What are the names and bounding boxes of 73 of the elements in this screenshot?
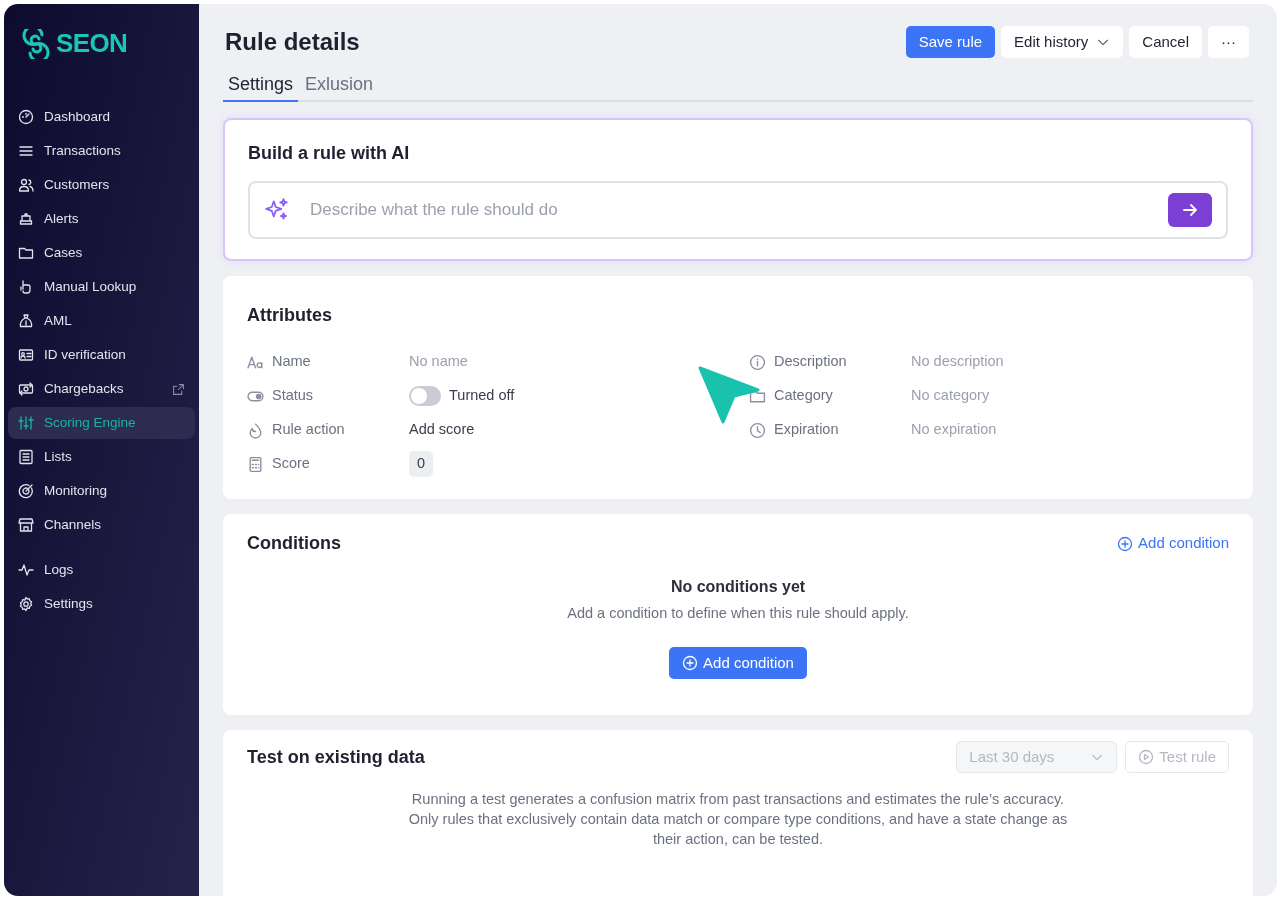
prompt-input[interactable]: Describe what the rule should do xyxy=(310,197,1168,223)
id-card-icon xyxy=(18,347,34,363)
sliders-icon xyxy=(18,415,34,431)
sidebar-item[interactable]: Cases xyxy=(8,237,195,269)
attribute-value: No description xyxy=(911,352,1004,372)
calculator-icon xyxy=(247,455,264,473)
sidebar-item[interactable]: Scoring Engine xyxy=(8,407,195,439)
money-bag-icon xyxy=(18,313,34,329)
page-title: Rule details xyxy=(224,27,360,57)
sparkle-icon xyxy=(264,197,290,223)
attribute-label: Status xyxy=(272,386,315,406)
sidebar-item[interactable]: Lists xyxy=(8,441,195,473)
sidebar-item[interactable]: AML xyxy=(8,305,195,337)
sidebar-item[interactable]: Manual Lookup xyxy=(8,271,195,303)
attribute-value: Add score xyxy=(409,420,475,440)
attribute-value: No expiration xyxy=(911,420,997,440)
edit-history-button[interactable]: Edit history xyxy=(1001,26,1124,58)
list-icon xyxy=(18,449,34,465)
empty-state-text: Add a condition to define when this rule should apply. xyxy=(567,604,909,623)
card-title: Build a rule with AI xyxy=(248,142,411,165)
cash-exchange-icon xyxy=(18,381,34,397)
play-icon xyxy=(1138,749,1155,765)
sidebar-item[interactable]: Chargebacks xyxy=(8,373,195,405)
toggle-switch[interactable] xyxy=(409,386,441,406)
logo-icon xyxy=(22,28,50,59)
add-condition-button[interactable]: Add condition xyxy=(669,646,807,679)
test-description: Running a test generates a confusion matrix from past transactions and estimates the rule’s accuracy. Only rules that exclusively contain data match or compare type conditions, and have a state change as their action, can be tested. xyxy=(408,790,1068,849)
sidebar-item[interactable]: Logs xyxy=(8,554,195,586)
sidebar-item[interactable]: Customers xyxy=(8,169,195,201)
add-condition-link[interactable]: Add condition xyxy=(1117,532,1229,555)
attribute-value: Turned off xyxy=(449,386,515,406)
arrow-right-icon xyxy=(1181,201,1199,219)
sidebar-item[interactable]: Channels xyxy=(8,509,195,541)
tab[interactable]: Settings xyxy=(223,68,299,102)
score-chip: 0 xyxy=(409,451,434,477)
card-title: Test on existing data xyxy=(247,745,425,769)
sidebar-item[interactable]: Transactions xyxy=(8,135,195,167)
target-icon xyxy=(18,483,34,499)
attribute-value: No category xyxy=(911,386,990,406)
logo-text: SEON xyxy=(56,27,128,60)
plus-circle-icon xyxy=(682,654,699,671)
attribute-label: Rule action xyxy=(272,420,346,440)
attribute-label: Score xyxy=(272,454,311,474)
submit-button[interactable] xyxy=(1168,193,1212,227)
attribute-value: No name xyxy=(409,352,468,372)
prompt-field[interactable]: Describe what the rule should do xyxy=(248,181,1228,239)
attribute-label: Category xyxy=(774,386,834,406)
more-button[interactable]: ··· xyxy=(1208,26,1249,58)
gauge-icon xyxy=(18,109,34,125)
folder-icon xyxy=(18,245,34,261)
plus-circle-icon xyxy=(1117,535,1134,552)
attribute-label: Expiration xyxy=(774,420,840,440)
cancel-button[interactable]: Cancel xyxy=(1129,26,1202,58)
clock-icon xyxy=(749,421,766,439)
save-button[interactable]: Save rule xyxy=(905,26,996,58)
sidebar-item[interactable]: Alerts xyxy=(8,203,195,235)
info-icon xyxy=(749,353,766,371)
store-icon xyxy=(18,517,34,533)
card-title: Attributes xyxy=(247,304,333,327)
pulse-icon xyxy=(18,562,34,578)
sidebar-item[interactable]: Dashboard xyxy=(8,101,195,133)
tab[interactable]: Exlusion xyxy=(300,68,379,102)
cursor-icon xyxy=(698,366,760,424)
attribute-label: Name xyxy=(272,352,312,372)
gear-icon xyxy=(18,596,34,612)
sidebar-item[interactable]: Monitoring xyxy=(8,475,195,507)
sidebar-item[interactable]: ID verification xyxy=(8,339,195,371)
users-icon xyxy=(18,177,34,193)
card-title: Conditions xyxy=(247,532,341,555)
attribute-label: Description xyxy=(774,352,848,372)
empty-state-title: No conditions yet xyxy=(670,577,806,597)
menu-icon xyxy=(18,143,34,159)
sidebar-item[interactable]: Settings xyxy=(8,588,195,620)
